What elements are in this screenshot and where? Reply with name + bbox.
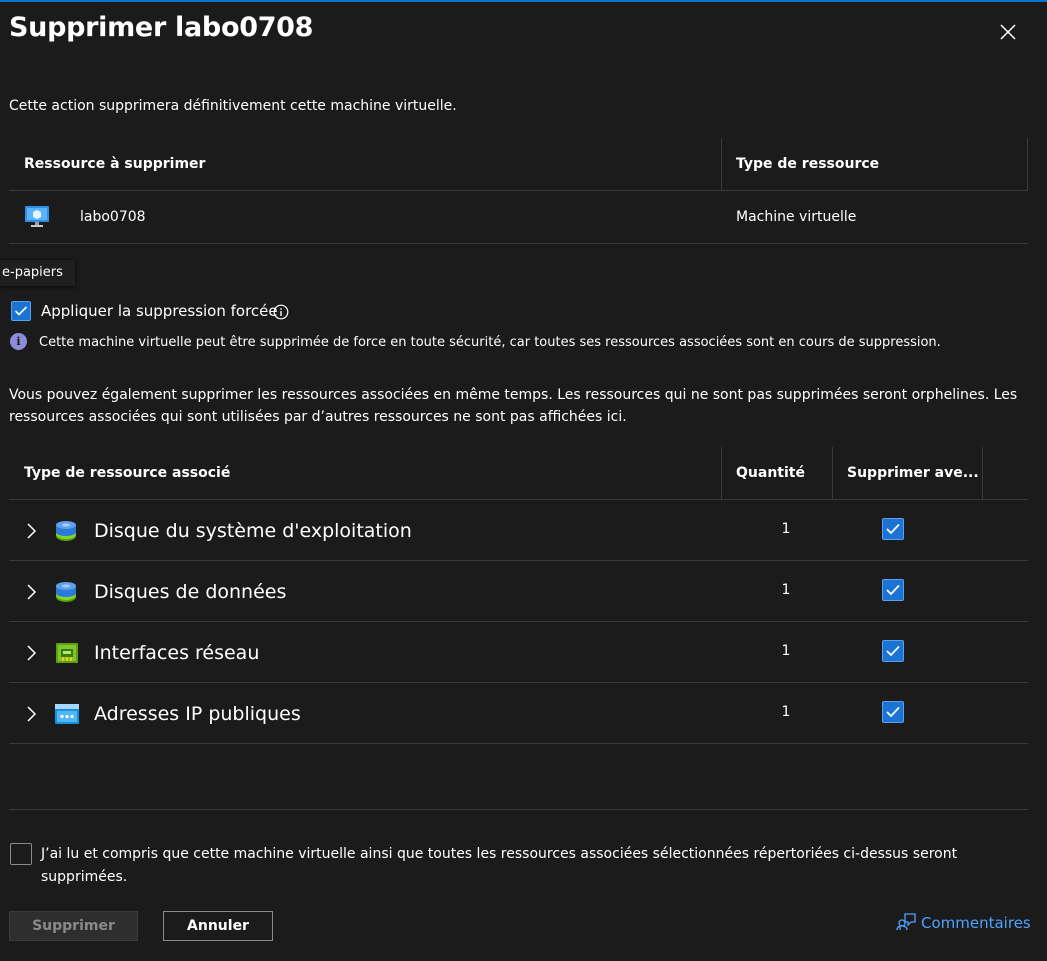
footer-divider — [9, 809, 1028, 810]
chevron-right-icon[interactable] — [26, 522, 38, 544]
column-header-resource: Ressource à supprimer — [24, 156, 206, 172]
chevron-right-icon[interactable] — [26, 705, 38, 727]
column-divider — [721, 447, 722, 499]
column-header-delete-with: Supprimer ave... — [847, 465, 979, 481]
accent-top-bar — [0, 0, 1047, 2]
dialog-description: Cette action supprimera définitivement c… — [9, 98, 457, 114]
column-header-associated-type: Type de ressource associé — [24, 465, 231, 481]
column-divider — [982, 447, 983, 499]
cancel-button[interactable]: Annuler — [163, 911, 273, 941]
dialog-title: Supprimer labo0708 — [9, 12, 314, 43]
chevron-right-icon[interactable] — [26, 583, 38, 605]
feedback-link[interactable]: Commentaires — [896, 912, 1031, 936]
row-quantity: 1 — [781, 582, 791, 598]
acknowledge-label: J’ai lu et compris que cette machine vir… — [41, 846, 958, 885]
row-label: Interfaces réseau — [94, 642, 260, 664]
table-divider — [9, 682, 1028, 683]
column-divider — [721, 138, 722, 190]
feedback-icon — [896, 912, 916, 936]
table-divider — [9, 243, 1028, 244]
chevron-right-icon[interactable] — [26, 644, 38, 666]
table-divider — [9, 560, 1028, 561]
force-delete-label: Appliquer la suppression forcée — [41, 302, 278, 320]
virtual-machine-icon — [24, 205, 50, 233]
row-label: Disque du système d'exploitation — [94, 520, 412, 542]
force-delete-checkbox[interactable] — [11, 301, 31, 321]
feedback-label: Commentaires — [921, 914, 1031, 932]
close-icon[interactable] — [996, 20, 1020, 44]
row-quantity: 1 — [781, 643, 791, 659]
row-quantity: 1 — [781, 521, 791, 537]
table-divider — [9, 621, 1028, 622]
row-label: Disques de données — [94, 581, 287, 603]
resource-name: labo0708 — [80, 209, 146, 225]
delete-with-checkbox[interactable] — [882, 640, 904, 662]
disk-icon — [55, 580, 77, 608]
associated-resources-description: Vous pouvez également supprimer les ress… — [9, 387, 1018, 425]
table-divider — [9, 743, 1028, 744]
column-divider — [1027, 138, 1028, 190]
info-circle-icon[interactable] — [273, 304, 289, 324]
public-ip-icon — [54, 703, 80, 729]
column-header-type: Type de ressource — [736, 156, 880, 172]
table-divider — [9, 499, 1028, 500]
delete-button[interactable]: Supprimer — [9, 911, 138, 941]
row-quantity: 1 — [781, 704, 791, 720]
acknowledge-checkbox[interactable] — [10, 843, 32, 865]
resource-type: Machine virtuelle — [736, 209, 857, 225]
delete-with-checkbox[interactable] — [882, 701, 904, 723]
column-divider — [832, 447, 833, 499]
delete-with-checkbox[interactable] — [882, 518, 904, 540]
delete-with-checkbox[interactable] — [882, 579, 904, 601]
network-interface-icon — [55, 641, 79, 669]
tooltip-fragment: e-papiers — [0, 260, 75, 286]
force-delete-info-message: Cette machine virtuelle peut être suppri… — [39, 335, 941, 350]
info-icon: i — [10, 333, 27, 350]
table-divider — [9, 190, 1028, 191]
column-header-quantity: Quantité — [736, 465, 805, 481]
disk-icon — [55, 519, 77, 547]
row-label: Adresses IP publiques — [94, 703, 301, 725]
